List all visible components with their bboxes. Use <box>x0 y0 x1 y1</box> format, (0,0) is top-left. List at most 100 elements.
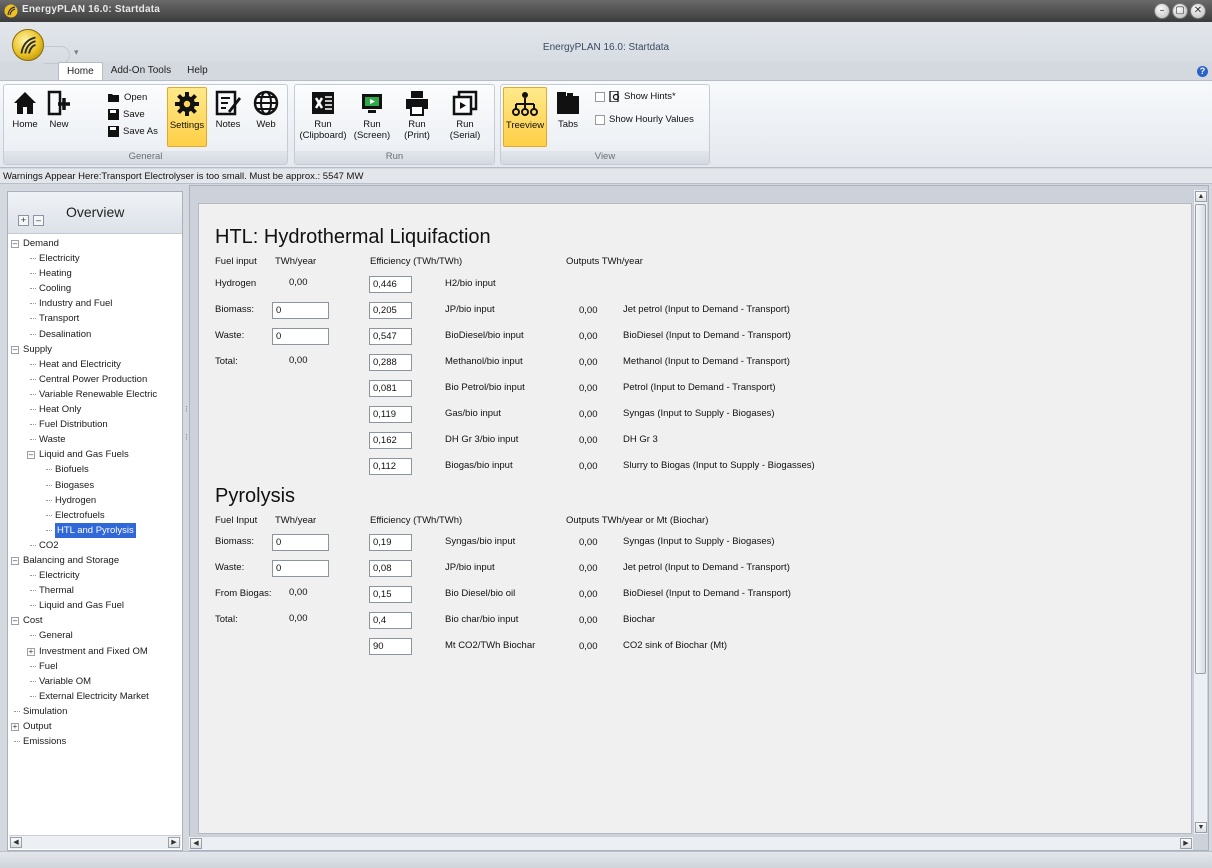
htl-efficiency-field[interactable]: 0,288 <box>369 354 412 371</box>
tree-item[interactable]: Variable OM <box>10 674 182 689</box>
pyrolysis-section-title: Pyrolysis <box>215 485 296 507</box>
tree-item[interactable]: Thermal <box>10 583 182 598</box>
tabs-view-button[interactable]: Tabs <box>553 89 583 130</box>
vertical-scrollbar[interactable]: ▲ ▼ <box>1193 190 1207 834</box>
scroll-right-icon[interactable]: ▶ <box>1180 838 1192 849</box>
scroll-right-icon[interactable]: ▶ <box>168 837 180 848</box>
run-screen-button[interactable]: Run (Screen) <box>351 89 393 141</box>
tree-item[interactable]: Hydrogen <box>10 493 182 508</box>
htl-efficiency-field[interactable]: 0,205 <box>369 302 412 319</box>
collapse-icon[interactable]: – <box>11 240 19 248</box>
pyrolysis-efficiency-field[interactable]: 0,08 <box>369 560 412 577</box>
scroll-left-icon[interactable]: ◀ <box>190 838 202 849</box>
tree-item[interactable]: + Investment and Fixed OM <box>10 644 182 659</box>
htl-efficiency-field[interactable]: 0,547 <box>369 328 412 345</box>
tree-item[interactable]: Electrofuels <box>10 508 182 523</box>
scroll-thumb[interactable] <box>1195 204 1206 674</box>
maximize-button[interactable]: ▢ <box>1172 3 1188 19</box>
scroll-left-icon[interactable]: ◀ <box>10 837 22 848</box>
tree-item[interactable]: Fuel <box>10 659 182 674</box>
main-horizontal-scrollbar[interactable]: ◀ ▶ <box>189 836 1193 850</box>
pyrolysis-input-field[interactable]: 0 <box>272 560 329 577</box>
checkbox[interactable] <box>595 114 605 125</box>
collapse-icon[interactable]: – <box>11 345 19 354</box>
pyrolysis-input-field[interactable]: 0 <box>272 534 329 551</box>
treeview-button[interactable]: Treeview <box>503 87 547 147</box>
settings-button[interactable]: Settings <box>167 87 207 147</box>
splitter-grip[interactable]: ⋮ <box>183 405 190 415</box>
tree-item[interactable]: Biogases <box>10 478 182 493</box>
tree-item[interactable]: Electricity <box>10 251 182 266</box>
tree-item[interactable]: – Demand <box>10 236 182 251</box>
tree-item[interactable]: Waste <box>10 432 182 447</box>
web-button[interactable]: Web <box>250 89 282 130</box>
tree-item[interactable]: Fuel Distribution <box>10 417 182 432</box>
notes-button[interactable]: Notes <box>212 89 244 130</box>
htl-input-field[interactable]: 0 <box>272 302 329 319</box>
tree-item[interactable]: – Cost <box>10 613 182 628</box>
htl-efficiency-field[interactable]: 0,112 <box>369 458 412 475</box>
collapse-icon[interactable]: – <box>11 556 19 565</box>
tree-item[interactable]: Desalination <box>10 327 182 342</box>
htl-input-field[interactable]: 0 <box>272 328 329 345</box>
help-icon[interactable]: ? <box>1197 66 1208 77</box>
tree-item[interactable]: Liquid and Gas Fuel <box>10 598 182 613</box>
tree-item[interactable]: General <box>10 628 182 643</box>
tree-item[interactable]: – Balancing and Storage <box>10 553 182 568</box>
tree-item[interactable]: Cooling <box>10 281 182 296</box>
tab-help[interactable]: Help <box>179 62 216 81</box>
tree-item[interactable]: Variable Renewable Electric <box>10 387 182 402</box>
run-print-button[interactable]: Run (Print) <box>399 89 435 141</box>
tree-item[interactable]: Transport <box>10 311 182 326</box>
minimize-button[interactable]: – <box>1154 3 1170 19</box>
checkbox[interactable] <box>595 91 605 102</box>
tree-item[interactable]: Heating <box>10 266 182 281</box>
new-button[interactable]: New <box>44 89 74 130</box>
tree-item[interactable]: Heat and Electricity <box>10 357 182 372</box>
open-button[interactable]: Open <box>108 92 147 103</box>
tree-item[interactable]: Heat Only <box>10 402 182 417</box>
save-as-button[interactable]: Save As <box>108 126 158 137</box>
tree-item[interactable]: – Liquid and Gas Fuels <box>10 447 182 462</box>
htl-efficiency-field[interactable]: 0,081 <box>369 380 412 397</box>
pyrolysis-efficiency-field[interactable]: 0,4 <box>369 612 412 629</box>
scroll-down-icon[interactable]: ▼ <box>1195 822 1207 833</box>
run-clipboard-button[interactable]: Run (Clipboard) <box>299 89 347 141</box>
tree-item-label: Heat Only <box>39 404 82 416</box>
collapse-icon[interactable]: – <box>27 451 35 460</box>
expand-all-icon[interactable]: + <box>18 215 29 226</box>
tree-item[interactable]: Emissions <box>10 734 182 749</box>
tree-item[interactable]: Central Power Production <box>10 372 182 387</box>
tree-item[interactable]: Industry and Fuel <box>10 296 182 311</box>
htl-efficiency-field[interactable]: 0,119 <box>369 406 412 423</box>
tree-item[interactable]: – Supply <box>10 342 182 357</box>
close-button[interactable]: ✕ <box>1190 3 1206 19</box>
tree-item[interactable]: Simulation <box>10 704 182 719</box>
scroll-up-icon[interactable]: ▲ <box>1195 191 1207 202</box>
run-serial-button[interactable]: Run (Serial) <box>445 89 485 141</box>
expand-icon[interactable]: + <box>11 723 19 731</box>
expand-icon[interactable]: + <box>27 647 35 656</box>
htl-efficiency-field[interactable]: 0,446 <box>369 276 412 293</box>
pyrolysis-efficiency-field[interactable]: 90 <box>369 638 412 655</box>
tree-item[interactable]: External Electricity Market <box>10 689 182 704</box>
horizontal-scrollbar[interactable]: ◀ ▶ <box>9 835 181 849</box>
tree-item[interactable]: Electricity <box>10 568 182 583</box>
pyrolysis-efficiency-field[interactable]: 0,15 <box>369 586 412 603</box>
tree-item[interactable]: HTL and Pyrolysis <box>10 522 182 538</box>
tree-item[interactable]: CO2 <box>10 538 182 553</box>
tab-home[interactable]: Home <box>58 62 103 81</box>
application-menu-button[interactable] <box>12 29 44 61</box>
show-hints-checkbox[interactable]: Show Hints* <box>595 91 676 102</box>
htl-efficiency-field[interactable]: 0,162 <box>369 432 412 449</box>
splitter-grip[interactable]: ⋮ <box>183 433 190 443</box>
home-button[interactable]: Home <box>10 89 40 130</box>
pyrolysis-efficiency-field[interactable]: 0,19 <box>369 534 412 551</box>
tree-item[interactable]: Biofuels <box>10 462 182 477</box>
save-button[interactable]: Save <box>108 109 145 120</box>
show-hourly-values-checkbox[interactable]: Show Hourly Values <box>595 114 694 125</box>
tab-add-on-tools[interactable]: Add-On Tools <box>103 62 179 81</box>
collapse-icon[interactable]: – <box>11 617 19 626</box>
collapse-all-icon[interactable]: – <box>33 215 44 226</box>
tree-item[interactable]: + Output <box>10 719 182 734</box>
